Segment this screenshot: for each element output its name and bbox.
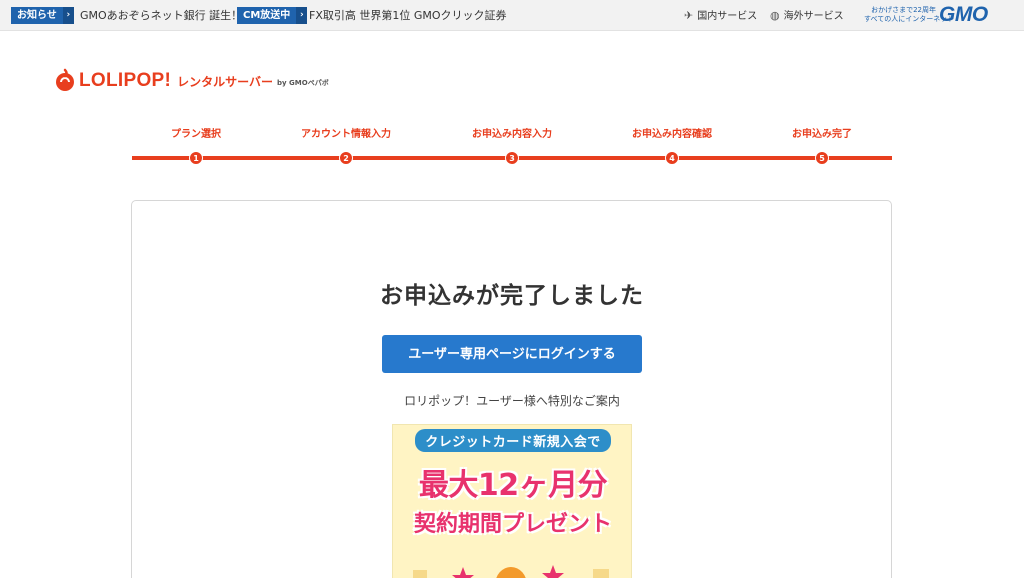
step-number: 4 xyxy=(665,151,679,165)
progress-steps: プラン選択 1 アカウント情報入力 2 お申込み内容入力 3 お申込み内容確認 … xyxy=(132,126,892,166)
step-label: プラン選択 xyxy=(171,129,221,140)
step-confirm: お申込み内容確認 4 xyxy=(612,126,732,165)
step-plan: プラン選択 1 xyxy=(136,126,256,165)
globe-icon: ◍ xyxy=(770,9,780,22)
chevron-right-icon: › xyxy=(296,7,308,24)
chevron-right-icon: › xyxy=(62,7,74,24)
banner-headline: クレジットカード新規入会で xyxy=(393,429,631,452)
special-offer-text: ロリポップ！ユーザー様へ特別なご案内 xyxy=(404,394,620,408)
step-number: 3 xyxy=(505,151,519,165)
step-input: お申込み内容入力 3 xyxy=(452,126,572,165)
step-label: アカウント情報入力 xyxy=(301,129,391,140)
lolipop-logo[interactable]: LOLIPOP! レンタルサーバー by GMOペパボ xyxy=(55,66,329,96)
step-number: 2 xyxy=(339,151,353,165)
step-complete: お申込み完了 5 xyxy=(762,126,882,165)
news-link-bank[interactable]: GMOあおぞらネット銀行 誕生！ xyxy=(80,8,242,23)
lollipop-icon xyxy=(56,68,74,91)
news-tag-label: お知らせ xyxy=(17,10,57,21)
promo-banner[interactable]: クレジットカード新規入会で 最大12ヶ月分 契約期間プレゼント xyxy=(392,424,632,578)
gmo-tagline-1: おかげさまで22周年 xyxy=(871,6,936,14)
news-tag-cm[interactable]: CM放送中 › xyxy=(237,7,308,24)
logo-subtitle: レンタルサーバー xyxy=(177,74,274,89)
step-number: 5 xyxy=(815,151,829,165)
step-label: お申込み内容確認 xyxy=(632,129,712,140)
logo-by-line: by GMOペパボ xyxy=(277,79,329,87)
step-number: 1 xyxy=(189,151,203,165)
service-label: 国内サービス xyxy=(697,11,758,22)
news-tag-label: CM放送中 xyxy=(243,10,291,21)
banner-decoration xyxy=(413,565,609,578)
banner-sub-text: 契約期間プレゼント xyxy=(413,512,612,537)
plane-icon: ✈ xyxy=(684,9,694,22)
gmo-topbar: お知らせ › GMOあおぞらネット銀行 誕生！ CM放送中 › FX取引高 世界… xyxy=(0,0,1024,31)
news-link-fx[interactable]: FX取引高 世界第1位 GMOクリック証券 xyxy=(309,8,507,23)
service-label: 海外サービス xyxy=(783,11,844,22)
news-tag-notice[interactable]: お知らせ › xyxy=(11,7,74,24)
step-account: アカウント情報入力 2 xyxy=(286,126,406,165)
domestic-services-link[interactable]: ✈ 国内サービス xyxy=(684,8,757,24)
banner-main-text: 最大12ヶ月分 xyxy=(418,468,608,503)
login-user-page-button[interactable]: ユーザー専用ページにログインする xyxy=(382,335,642,373)
logo-text: LOLIPOP! xyxy=(79,70,172,91)
gmo-tagline: おかげさまで22周年 すべての人にインターネット xyxy=(864,6,955,24)
overseas-services-link[interactable]: ◍ 海外サービス xyxy=(770,8,844,24)
gmo-logo[interactable]: GMO xyxy=(939,3,988,27)
gmo-tagline-2: すべての人にインターネット xyxy=(864,15,955,23)
step-label: お申込み内容入力 xyxy=(472,129,552,140)
step-label: お申込み完了 xyxy=(792,129,852,140)
banner-headline-text: クレジットカード新規入会で xyxy=(415,429,611,452)
page-title: お申込みが完了しました xyxy=(380,283,644,309)
